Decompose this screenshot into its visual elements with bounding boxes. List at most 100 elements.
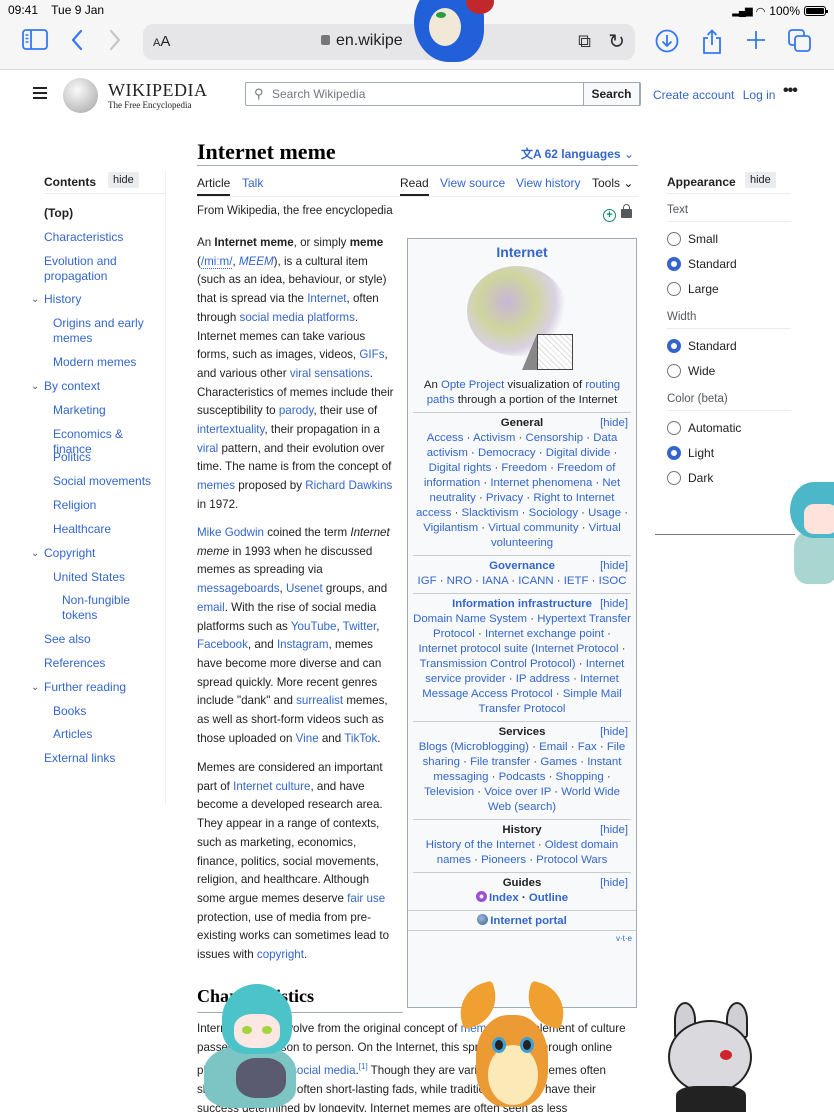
chevron-down-icon[interactable]: ⌄: [31, 292, 39, 307]
infobox-link[interactable]: NRO: [447, 575, 472, 587]
forward-icon[interactable]: [108, 29, 122, 57]
text-size-button[interactable]: AA: [153, 33, 170, 50]
toc-item-origins[interactable]: Origins and early memes: [53, 316, 158, 346]
back-icon[interactable]: [70, 29, 84, 57]
infobox-link[interactable]: IETF: [564, 575, 589, 587]
infobox-link[interactable]: Sociology: [529, 507, 578, 519]
radio-button[interactable]: [667, 231, 681, 246]
infobox-link[interactable]: Outline: [529, 892, 568, 904]
infobox-link[interactable]: Transmission Control Protocol): [420, 658, 576, 670]
log-in-link[interactable]: Log in: [743, 88, 776, 102]
infobox-link[interactable]: Democracy: [478, 447, 536, 459]
link-email[interactable]: email: [197, 601, 225, 614]
tab-tools[interactable]: Tools ⌄: [592, 176, 633, 190]
link-parody[interactable]: parody: [279, 404, 314, 417]
toc-item-history[interactable]: ⌄ History: [31, 292, 81, 307]
radio-option[interactable]: Light: [667, 440, 791, 465]
radio-option[interactable]: Standard: [667, 251, 791, 276]
infobox-link[interactable]: Fax: [578, 741, 597, 753]
link-opte-project[interactable]: Opte Project: [441, 379, 504, 391]
ipa-link[interactable]: /miːm/: [200, 254, 233, 269]
infobox-link[interactable]: Pioneers: [481, 854, 526, 866]
infobox-link[interactable]: Slacktivism: [462, 507, 519, 519]
share-icon[interactable]: [701, 29, 723, 61]
link-instagram[interactable]: Instagram: [277, 638, 329, 651]
infobox-link[interactable]: Digital rights: [429, 462, 492, 474]
link-youtube[interactable]: YouTube: [291, 620, 337, 633]
link-social-media[interactable]: social media: [291, 1064, 355, 1077]
link-vine[interactable]: Vine: [296, 732, 319, 745]
internet-portal-link[interactable]: Internet portal: [408, 910, 636, 930]
toc-item-copyright[interactable]: ⌄ Copyright: [31, 546, 95, 561]
radio-button[interactable]: [667, 338, 681, 353]
toc-item-books[interactable]: Books: [53, 704, 86, 719]
infobox-link[interactable]: Email: [539, 741, 567, 753]
section-hide-link[interactable]: [hide]: [600, 725, 628, 740]
tab-talk[interactable]: Talk: [242, 176, 263, 190]
link-intertextuality[interactable]: intertextuality: [197, 423, 264, 436]
toc-item-top[interactable]: (Top): [44, 206, 73, 221]
toc-item-politics[interactable]: Politics: [53, 450, 91, 465]
infobox-link[interactable]: Internet exchange point: [485, 628, 604, 640]
infobox-link[interactable]: Access: [427, 432, 464, 444]
toc-item-by-context[interactable]: ⌄ By context: [31, 379, 100, 394]
opte-project-image[interactable]: [467, 266, 577, 374]
tabs-icon[interactable]: [788, 29, 812, 59]
infobox-link[interactable]: Digital divide: [546, 447, 611, 459]
infobox-link[interactable]: Freedom: [501, 462, 547, 474]
link-copyright[interactable]: copyright: [257, 948, 304, 961]
toc-item-modern-memes[interactable]: Modern memes: [53, 355, 136, 370]
link-twitter[interactable]: Twitter: [343, 620, 377, 633]
radio-button[interactable]: [667, 445, 681, 460]
download-icon[interactable]: [655, 29, 679, 59]
chevron-down-icon[interactable]: ⌄: [31, 546, 39, 561]
search-button[interactable]: Search: [583, 82, 640, 106]
radio-button[interactable]: [667, 470, 681, 485]
infobox-link[interactable]: Podcasts: [499, 771, 546, 783]
infobox-link[interactable]: IANA: [482, 575, 508, 587]
toc-item-social-movements[interactable]: Social movements: [53, 474, 151, 489]
reference-link[interactable]: [1]: [359, 1062, 368, 1071]
vte-links[interactable]: v·t·e: [408, 930, 636, 946]
section-hide-link[interactable]: [hide]: [600, 876, 628, 891]
chevron-down-icon[interactable]: ⌄: [31, 680, 39, 695]
link-facebook[interactable]: Facebook: [197, 638, 248, 651]
toc-item-articles[interactable]: Articles: [53, 727, 92, 742]
infobox-link[interactable]: Shopping: [556, 771, 604, 783]
toc-item-see-also[interactable]: See also: [44, 632, 91, 647]
infobox-link[interactable]: Games: [540, 756, 577, 768]
radio-button[interactable]: [667, 256, 681, 271]
radio-option[interactable]: Wide: [667, 358, 791, 383]
toc-item-further-reading[interactable]: ⌄ Further reading: [31, 680, 126, 695]
toc-item-references[interactable]: References: [44, 656, 105, 671]
toc-item-religion[interactable]: Religion: [53, 498, 96, 513]
link-internet[interactable]: Internet: [307, 292, 346, 305]
toc-item-evolution[interactable]: Evolution and propagation: [44, 254, 134, 284]
radio-option[interactable]: Standard: [667, 333, 791, 358]
link-mike-godwin[interactable]: Mike Godwin: [197, 526, 264, 539]
new-tab-icon[interactable]: [745, 29, 767, 57]
infobox-link[interactable]: ICANN: [518, 575, 553, 587]
section-hide-link[interactable]: [hide]: [600, 823, 628, 838]
appearance-hide-button[interactable]: hide: [745, 172, 776, 188]
section-head[interactable]: Information infrastructure: [413, 597, 631, 612]
infobox-link[interactable]: Activism: [473, 432, 515, 444]
infobox-link[interactable]: Privacy: [486, 492, 523, 504]
link-memes[interactable]: memes: [461, 1022, 499, 1035]
link-messageboards[interactable]: messageboards: [197, 582, 280, 595]
create-account-link[interactable]: Create account: [653, 88, 734, 102]
infobox-title[interactable]: Internet: [408, 244, 636, 260]
good-article-plus-icon[interactable]: +: [603, 209, 616, 222]
infobox-link[interactable]: Internet phenomena: [490, 477, 592, 489]
infobox-link[interactable]: Voice over IP: [484, 786, 551, 798]
main-menu-icon[interactable]: [33, 87, 47, 102]
infobox-link[interactable]: Blogs (Microblogging): [419, 741, 529, 753]
infobox-link[interactable]: Television: [424, 786, 474, 798]
pronunciation-link[interactable]: MEEM: [239, 255, 274, 268]
infobox-link[interactable]: IP address: [516, 673, 570, 685]
radio-button[interactable]: [667, 363, 681, 378]
toc-item-external-links[interactable]: External links: [44, 751, 115, 766]
toc-item-characteristics[interactable]: Characteristics: [44, 230, 123, 245]
infobox-link[interactable]: Vigilantism: [423, 522, 478, 534]
infobox-link[interactable]: ISOC: [599, 575, 627, 587]
